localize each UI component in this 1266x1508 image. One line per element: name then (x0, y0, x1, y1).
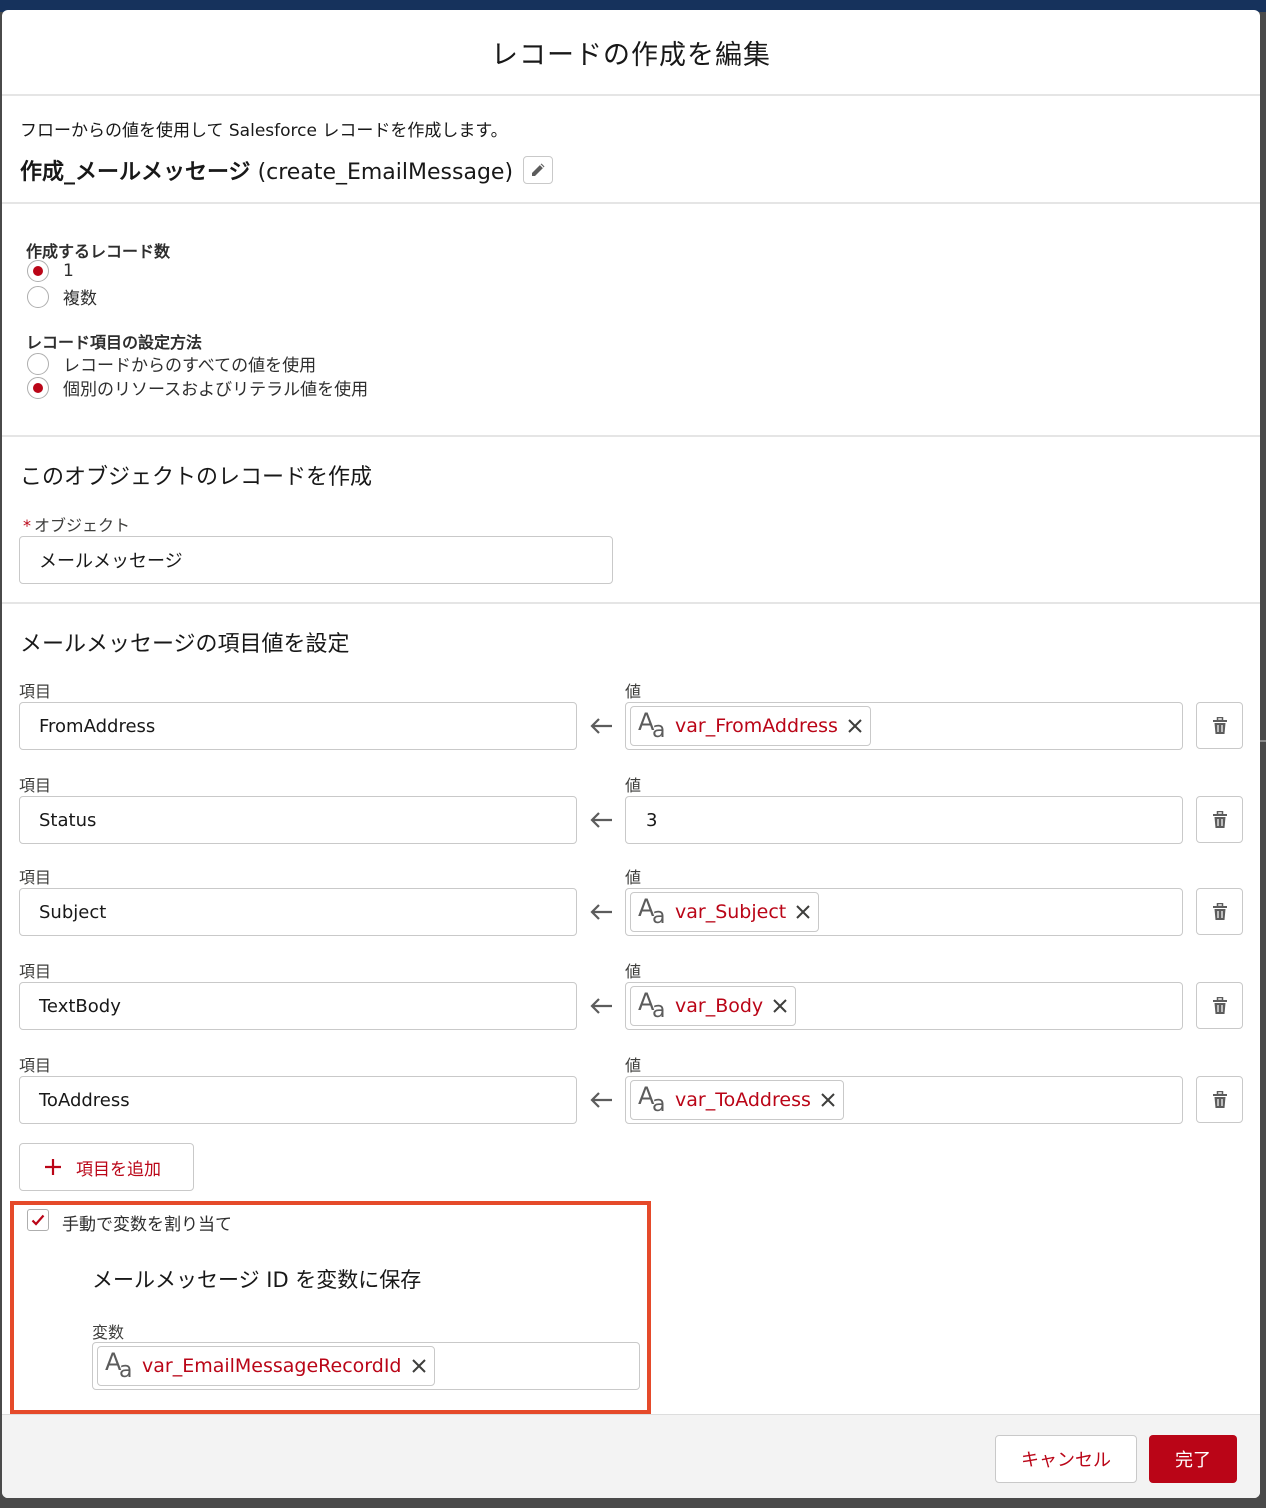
modal-title: レコードの作成を編集 (491, 39, 771, 71)
radio-label: 個別のリソースおよびリテラル値を使用 (63, 380, 369, 400)
element-label-text: 作成_メールメッセージ (20, 160, 251, 185)
text-resource-icon: Aa (638, 1082, 666, 1117)
close-icon[interactable] (846, 717, 864, 735)
resource-pill-label: var_Subject (675, 901, 787, 923)
radio-count-multiple[interactable]: 複数 (27, 284, 97, 309)
field-input-value: Status (39, 809, 97, 831)
field-input-status[interactable]: Status (19, 796, 577, 844)
element-api-name: (create_EmailMessage) (257, 160, 514, 185)
description-section: フローからの値を使用して Salesforce レコードを作成します。 作成_メ… (2, 96, 1260, 204)
object-input-value: メールメッセージ (39, 551, 183, 572)
radio-button[interactable] (27, 285, 49, 308)
radio-count-one[interactable]: 1 (27, 260, 74, 282)
field-input-textbody[interactable]: TextBody (19, 982, 577, 1030)
add-field-label: 項目を追加 (76, 1159, 161, 1180)
resource-pill-label: var_Body (675, 995, 764, 1017)
arrow-left-icon (590, 904, 612, 920)
radio-label: レコードからのすべての値を使用 (63, 356, 317, 376)
trash-icon (1212, 810, 1227, 828)
pencil-icon (532, 163, 545, 176)
radio-button[interactable] (27, 352, 49, 375)
edit-create-records-modal: レコードの作成を編集 フローからの値を使用して Salesforce レコードを… (2, 10, 1260, 1498)
trash-icon (1212, 996, 1227, 1014)
field-method-label: レコード項目の設定方法 (26, 333, 203, 352)
value-label: 値 (625, 682, 642, 701)
value-input-textbody[interactable]: Aa var_Body (625, 982, 1183, 1030)
value-input-subject[interactable]: Aa var_Subject (625, 888, 1183, 936)
object-field-label: * オブジェクト (23, 512, 130, 536)
trash-icon (1212, 1090, 1227, 1108)
element-name-line: 作成_メールメッセージ (create_EmailMessage) (20, 154, 554, 186)
delete-row-button[interactable] (1196, 1076, 1243, 1123)
value-label: 値 (625, 1056, 642, 1075)
text-resource-icon: Aa (638, 894, 666, 929)
arrow-left-icon (590, 718, 612, 734)
field-label: 項目 (19, 962, 52, 981)
resource-pill[interactable]: Aa var_FromAddress (630, 706, 871, 746)
delete-row-button[interactable] (1196, 888, 1243, 935)
text-resource-icon: Aa (638, 988, 666, 1023)
done-button[interactable]: 完了 (1149, 1435, 1237, 1483)
element-label: 作成_メールメッセージ (create_EmailMessage) (20, 154, 513, 186)
radio-use-separate-resources[interactable]: 個別のリソースおよびリテラル値を使用 (27, 375, 368, 400)
radio-use-all-values[interactable]: レコードからのすべての値を使用 (27, 351, 316, 376)
arrow-left-icon (590, 1092, 612, 1108)
value-label: 値 (625, 776, 642, 795)
field-label: 項目 (19, 776, 52, 795)
field-input-value: FromAddress (39, 715, 156, 737)
resource-pill[interactable]: Aa var_Body (630, 986, 797, 1026)
modal-footer: キャンセル 完了 (2, 1414, 1260, 1498)
cancel-button[interactable]: キャンセル (995, 1435, 1137, 1483)
arrow-left-icon (590, 998, 612, 1014)
radio-label: 複数 (63, 289, 97, 309)
resource-pill[interactable]: Aa var_ToAddress (630, 1080, 844, 1120)
resource-pill[interactable]: Aa var_Subject (630, 892, 820, 932)
trash-icon (1212, 902, 1227, 920)
resource-pill-label: var_ToAddress (675, 1089, 811, 1111)
value-input-status[interactable]: 3 (625, 796, 1183, 844)
close-icon[interactable] (794, 903, 812, 921)
value-input-fromaddress[interactable]: Aa var_FromAddress (625, 702, 1183, 750)
object-label-text: オブジェクト (34, 516, 131, 535)
delete-row-button[interactable] (1196, 702, 1243, 749)
object-input[interactable]: メールメッセージ (19, 536, 613, 584)
field-label: 項目 (19, 682, 52, 701)
field-input-value: Subject (39, 901, 107, 923)
field-label: 項目 (19, 1056, 52, 1075)
element-description: フローからの値を使用して Salesforce レコードを作成します。 (20, 121, 508, 141)
options-section: 作成するレコード数 1 複数 レコード項目の設定方法 レコードからのすべての値を… (2, 204, 1260, 437)
resource-pill-label: var_FromAddress (675, 715, 838, 737)
required-mark: * (23, 516, 31, 535)
trash-icon (1212, 716, 1227, 734)
edit-label-button[interactable] (523, 156, 554, 184)
field-input-toaddress[interactable]: ToAddress (19, 1076, 577, 1124)
highlight-box (10, 1201, 651, 1414)
close-icon[interactable] (771, 997, 789, 1015)
background-edge (1260, 740, 1266, 742)
field-label: 項目 (19, 868, 52, 887)
field-input-value: TextBody (39, 995, 121, 1017)
record-count-label: 作成するレコード数 (26, 242, 171, 261)
field-input-value: ToAddress (39, 1089, 130, 1111)
value-input-toaddress[interactable]: Aa var_ToAddress (625, 1076, 1183, 1124)
field-input-subject[interactable]: Subject (19, 888, 577, 936)
object-section: このオブジェクトのレコードを作成 * オブジェクト メールメッセージ (2, 437, 1260, 604)
values-section-heading: メールメッセージの項目値を設定 (20, 632, 350, 657)
radio-label: 1 (63, 261, 74, 281)
arrow-left-icon (590, 812, 612, 828)
add-field-button[interactable]: 項目を追加 (19, 1143, 194, 1191)
delete-row-button[interactable] (1196, 796, 1243, 843)
radio-button-checked[interactable] (27, 376, 49, 399)
value-input-literal: 3 (646, 809, 658, 831)
delete-row-button[interactable] (1196, 982, 1243, 1029)
radio-button-checked[interactable] (27, 260, 49, 282)
object-section-heading: このオブジェクトのレコードを作成 (20, 465, 373, 490)
value-label: 値 (625, 962, 642, 981)
plus-icon (45, 1159, 61, 1175)
close-icon[interactable] (819, 1091, 837, 1109)
field-input-fromaddress[interactable]: FromAddress (19, 702, 577, 750)
text-resource-icon: Aa (638, 708, 666, 743)
modal-header: レコードの作成を編集 (2, 10, 1260, 96)
value-label: 値 (625, 868, 642, 887)
